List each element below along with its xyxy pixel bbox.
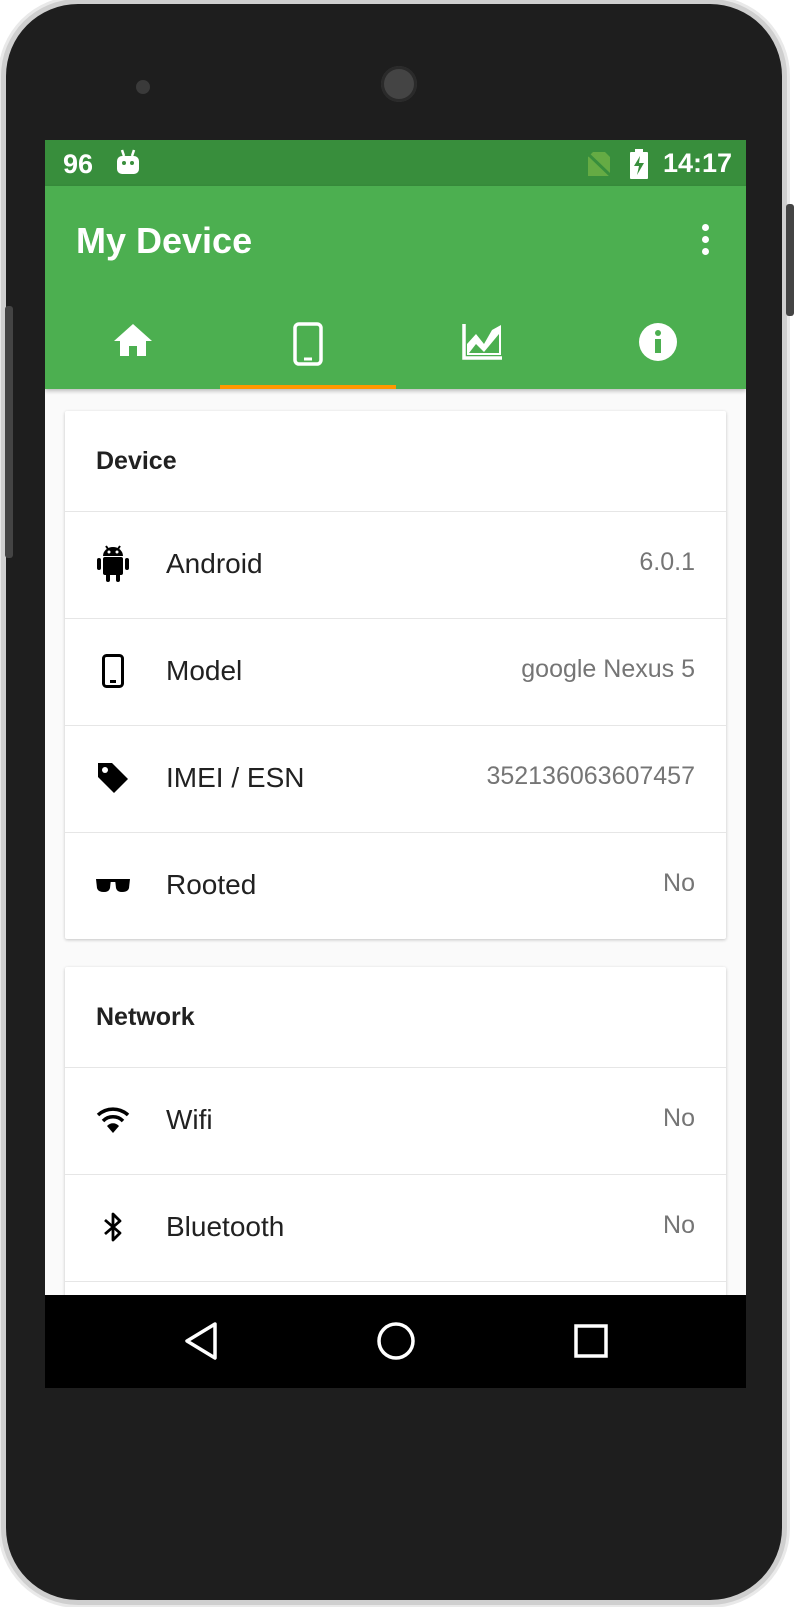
tab-statistics[interactable] [396,304,571,389]
tab-home[interactable] [45,304,220,389]
row-label: Model [166,655,243,686]
tab-bar [45,304,746,389]
app-title: My Device [76,220,253,261]
list-item[interactable] [65,1282,726,1295]
device-card: Device Android 6.0.1 Model google Nexus … [65,411,726,939]
content-scroll[interactable]: Device Android 6.0.1 Model google Nexus … [45,389,746,1295]
status-notification-count: 96 [63,149,94,179]
recents-icon[interactable] [573,1321,609,1365]
sunglasses-icon [95,865,131,905]
smartphone-icon [293,322,323,366]
row-value: No [663,869,695,897]
phone-icon [95,651,131,691]
row-value: 352136063607457 [486,762,695,790]
row-label: Android [166,548,263,579]
card-title: Network [65,967,726,1068]
speaker-dot [136,80,150,94]
network-card: Network Wifi No Bluetooth No [65,967,726,1295]
chart-icon [462,324,503,360]
row-value: No [663,1104,695,1132]
list-item[interactable]: Model google Nexus 5 [65,619,726,726]
android-icon [95,544,131,584]
no-sim-icon [585,151,613,182]
list-item[interactable]: Wifi No [65,1068,726,1175]
overflow-menu-icon[interactable] [693,224,717,260]
row-label: Bluetooth [166,1211,285,1242]
row-value: No [663,1211,695,1239]
bluetooth-icon [95,1207,131,1247]
list-item[interactable]: Android 6.0.1 [65,512,726,619]
screen: 96 14:17 My Device Device Android 6.0.1 … [45,140,746,1388]
list-item[interactable]: Bluetooth No [65,1175,726,1282]
android-robot-icon [115,148,141,181]
row-label: Rooted [166,869,257,900]
home-icon [113,324,152,356]
card-title: Device [65,411,726,512]
power-button [786,204,794,316]
tab-about[interactable] [571,304,746,389]
row-value: google Nexus 5 [521,655,695,683]
row-label: Wifi [166,1104,213,1135]
front-camera [381,66,417,102]
list-item[interactable]: IMEI / ESN 352136063607457 [65,726,726,833]
status-bar: 96 14:17 [45,140,746,186]
row-label: IMEI / ESN [166,762,305,793]
back-icon[interactable] [183,1321,219,1365]
info-icon [639,323,678,361]
row-value: 6.0.1 [639,548,695,576]
home-circle-icon[interactable] [376,1321,416,1365]
battery-charging-icon [629,149,649,184]
volume-button [5,306,13,558]
navigation-bar [45,1295,746,1388]
app-bar: My Device [45,186,746,389]
tag-icon [95,758,131,798]
tab-device[interactable] [220,304,396,389]
wifi-icon [95,1100,131,1140]
status-time: 14:17 [663,148,733,178]
list-item[interactable]: Rooted No [65,833,726,939]
